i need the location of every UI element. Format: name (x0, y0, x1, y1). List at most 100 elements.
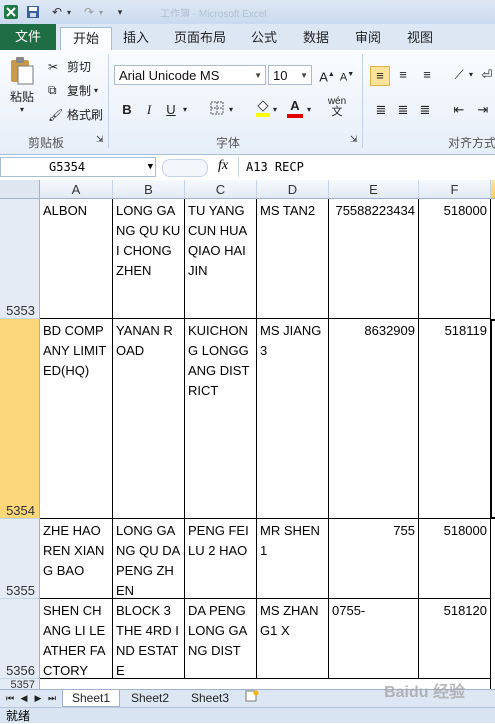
tab-file[interactable]: 文件 (0, 24, 56, 50)
table-cell[interactable]: 755 (329, 519, 419, 599)
tab-view[interactable]: 视图 (400, 27, 440, 50)
last-sheet-icon[interactable]: ⏭ (46, 690, 58, 706)
paste-button[interactable]: 粘贴 ▾ (6, 56, 38, 114)
table-cell[interactable]: 0755- (329, 599, 419, 679)
tab-page-layout[interactable]: 页面布局 (168, 27, 232, 50)
clipboard-launcher-icon[interactable]: ⇲ (96, 134, 104, 145)
align-left-icon[interactable]: ≣ (372, 101, 390, 119)
select-all-corner[interactable] (0, 180, 40, 199)
bold-button[interactable]: B (118, 101, 136, 119)
excel-logo-icon[interactable] (2, 3, 20, 21)
phonetic-guide-icon[interactable]: wén 文 (326, 96, 348, 118)
font-name-select[interactable]: Arial Unicode MS ▼ (114, 65, 266, 85)
align-right-icon[interactable]: ≣ (416, 101, 434, 119)
align-center-icon[interactable]: ≣ (394, 101, 412, 119)
font-size-select[interactable]: 10 ▼ (268, 65, 312, 85)
row-header[interactable]: 5356 (0, 599, 40, 679)
formula-input[interactable]: A13 RECP (246, 157, 304, 177)
italic-button[interactable]: I (140, 101, 158, 119)
font-color-dropdown-icon[interactable]: ▾ (304, 101, 314, 119)
table-cell[interactable]: 518000 (419, 519, 491, 599)
tab-insert[interactable]: 插入 (116, 27, 156, 50)
title-bar: ↶ ▾ ↷ ▾ ▾ 工作簿 - Microsoft Excel (0, 0, 495, 25)
paste-dropdown-icon: ▾ (19, 105, 24, 114)
sheet-tab-sheet3[interactable]: Sheet3 (182, 690, 238, 706)
row-header[interactable]: 5357 (0, 679, 40, 689)
chevron-down-icon[interactable]: ▼ (148, 158, 153, 176)
column-header-g[interactable] (491, 180, 495, 199)
save-icon[interactable] (24, 3, 42, 21)
formula-resize-handle[interactable] (162, 159, 208, 177)
table-cell[interactable]: LONG GANG QU KUI CHONG ZHEN (113, 199, 185, 319)
tab-review[interactable]: 审阅 (348, 27, 388, 50)
borders-icon[interactable] (208, 101, 226, 119)
table-cell[interactable]: DA PENG LONG GANG DIST (185, 599, 257, 679)
table-cell[interactable]: ALBON (40, 199, 113, 319)
column-header-a[interactable]: A (40, 180, 113, 199)
column-header-b[interactable]: B (113, 180, 185, 199)
row-header[interactable]: 5354 (0, 319, 40, 519)
grow-font-icon[interactable]: A▲ (318, 66, 336, 84)
align-middle-icon[interactable]: ≡ (394, 66, 412, 84)
table-cell[interactable]: 8632909 (329, 319, 419, 519)
column-header-f[interactable]: F (419, 180, 491, 199)
copy-button[interactable]: ⧉ 复制 ▾ (48, 82, 98, 99)
table-cell[interactable]: MR SHEN1 (257, 519, 329, 599)
decrease-indent-icon[interactable]: ⇤ (450, 101, 468, 119)
first-sheet-icon[interactable]: ⏮ (4, 690, 16, 706)
sheet-tab-sheet2[interactable]: Sheet2 (122, 690, 178, 706)
column-header-e[interactable]: E (329, 180, 419, 199)
shrink-font-icon[interactable]: A▼ (338, 66, 356, 84)
insert-function-button[interactable]: fx (218, 158, 228, 174)
row-number: 5355 (6, 583, 35, 598)
align-top-icon[interactable]: ≡ (370, 66, 390, 86)
cut-button[interactable]: ✂ 剪切 (48, 58, 91, 75)
column-header-d[interactable]: D (257, 180, 329, 199)
wrap-text-icon[interactable]: ⏎ (478, 66, 495, 84)
table-cell[interactable]: 518120 (419, 599, 491, 679)
row-header[interactable]: 5353 (0, 199, 40, 319)
fill-color-dropdown-icon[interactable]: ▾ (270, 101, 280, 119)
tab-home[interactable]: 开始 (60, 27, 112, 52)
table-cell[interactable]: 518119 (419, 319, 491, 519)
name-box[interactable]: G5354 ▼ (0, 157, 156, 177)
table-cell[interactable]: BD COMPANY LIMITED(HQ) (40, 319, 113, 519)
paste-icon (11, 57, 34, 85)
tab-formulas[interactable]: 公式 (244, 27, 284, 50)
align-bottom-icon[interactable]: ≡ (418, 66, 436, 84)
group-divider (362, 54, 363, 148)
underline-dropdown-icon[interactable]: ▾ (180, 101, 190, 119)
underline-button[interactable]: U (162, 101, 180, 119)
redo-dropdown-icon[interactable]: ▾ (96, 3, 106, 21)
table-cell[interactable]: 518000 (419, 199, 491, 319)
borders-dropdown-icon[interactable]: ▾ (226, 101, 236, 119)
prev-sheet-icon[interactable]: ◀ (18, 690, 30, 706)
table-cell[interactable]: KUICHONG LONGGANG DISTRICT (185, 319, 257, 519)
table-cell[interactable]: 75588223434 (329, 199, 419, 319)
formula-divider (238, 157, 239, 177)
table-cell[interactable]: SHEN CHANG LI LEATHER FACTORY (40, 599, 113, 679)
table-cell[interactable]: MS JIANG3 (257, 319, 329, 519)
format-painter-button[interactable]: 🖌 格式刷 (48, 106, 103, 123)
table-cell[interactable]: YANAN ROAD (113, 319, 185, 519)
orientation-dropdown-icon[interactable]: ▾ (466, 66, 476, 84)
customize-qat-icon[interactable]: ▾ (114, 3, 126, 21)
sheet-tab-sheet1[interactable]: Sheet1 (62, 690, 120, 707)
table-cell[interactable]: MS TAN2 (257, 199, 329, 319)
table-cell[interactable]: PENG FEI LU 2 HAO (185, 519, 257, 599)
table-cell[interactable]: TU YANG CUN HUA QIAO HAI JIN (185, 199, 257, 319)
insert-sheet-icon[interactable] (242, 690, 262, 706)
font-launcher-icon[interactable]: ⇲ (350, 134, 358, 145)
column-header-c[interactable]: C (185, 180, 257, 199)
worksheet-grid[interactable]: A B C D E F 5353 ALBON LONG GANG QU KUI … (0, 180, 495, 689)
row-header[interactable]: 5355 (0, 519, 40, 599)
table-cell[interactable]: ZHE HAO REN XIANG BAO (40, 519, 113, 599)
table-cell[interactable]: LONG GANG QU DA PENG ZHEN (113, 519, 185, 599)
next-sheet-icon[interactable]: ▶ (32, 690, 44, 706)
font-color-icon[interactable]: A (286, 97, 304, 119)
increase-indent-icon[interactable]: ⇥ (474, 101, 492, 119)
table-cell[interactable]: MS ZHANG1 X (257, 599, 329, 679)
undo-dropdown-icon[interactable]: ▾ (64, 3, 74, 21)
table-cell[interactable]: BLOCK 3 THE 4RD IND ESTATE (113, 599, 185, 679)
tab-data[interactable]: 数据 (296, 27, 336, 50)
